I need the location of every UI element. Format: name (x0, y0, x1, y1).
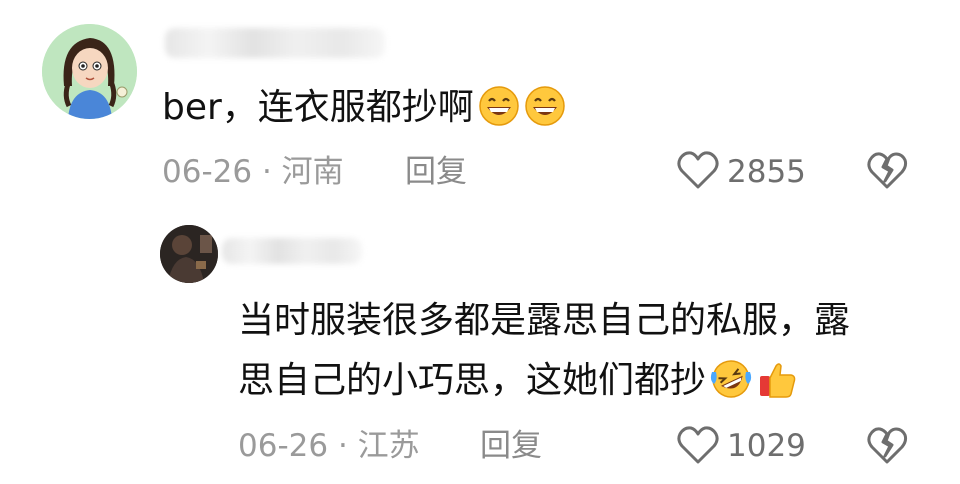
dark-photo-avatar-icon (160, 225, 218, 283)
reply-button[interactable]: 回复 (405, 152, 467, 192)
like-icon[interactable] (676, 149, 720, 191)
user-avatar[interactable] (42, 24, 137, 119)
comment-text-line-1: 当时服装很多都是露思自己的私服，露 (238, 300, 851, 341)
comment-text-line-2: 思自己的小巧思，这她们都抄 (238, 356, 798, 406)
comment-meta: 06-26 · 河南 (162, 152, 344, 192)
meta-separator: · (261, 154, 272, 190)
comment-meta: 06-26 · 江苏 (238, 426, 420, 466)
comment-date: 06-26 (162, 154, 253, 190)
comment-date: 06-26 (238, 428, 329, 464)
comment-text: ber，连衣服都抄啊 (162, 83, 566, 133)
grinning-face-icon (478, 85, 520, 127)
comment-location: 江苏 (357, 428, 420, 464)
username-blurred[interactable] (165, 28, 385, 58)
dislike-icon[interactable] (866, 425, 908, 467)
girl-avatar-icon (42, 24, 137, 119)
like-count: 1029 (727, 428, 806, 464)
thumbs-up-icon (756, 358, 798, 400)
grinning-face-icon (524, 85, 566, 127)
dislike-icon[interactable] (866, 150, 908, 192)
like-icon[interactable] (676, 424, 720, 466)
user-avatar[interactable] (160, 225, 218, 283)
meta-separator: · (337, 428, 348, 464)
reply-button[interactable]: 回复 (480, 426, 542, 466)
rolling-laughing-face-icon (710, 358, 752, 400)
comment-location: 河南 (281, 154, 344, 190)
username-blurred[interactable] (222, 238, 362, 264)
like-count: 2855 (727, 154, 806, 190)
